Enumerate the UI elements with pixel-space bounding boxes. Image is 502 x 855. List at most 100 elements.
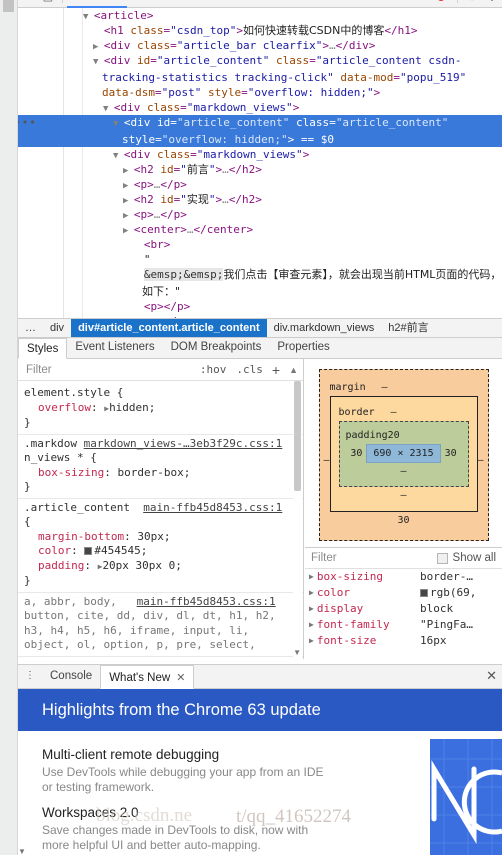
disclosure-triangle-icon[interactable]: ▼	[113, 151, 124, 161]
disclosure-triangle-icon[interactable]: ▼	[93, 57, 104, 67]
disclosure-triangle-icon[interactable]: ▶	[123, 226, 134, 236]
dom-tree-row[interactable]: &emsp;&emsp;我们点击【审查元素】，就会出现当前HTML页面的代码，如…	[18, 267, 502, 299]
show-all-checkbox[interactable]	[436, 552, 448, 564]
css-property-value[interactable]: 30px;	[137, 530, 170, 543]
tab-more[interactable]: »	[290, 0, 310, 8]
box-model-margin-right[interactable]: –	[477, 455, 483, 466]
computed-property-row[interactable]: ▶ box-sizing border-…	[305, 569, 502, 585]
tab-sources[interactable]: Sources	[181, 0, 235, 8]
box-model-padding[interactable]: padding20 30 690 × 2315 30 –	[338, 421, 469, 487]
disclosure-triangle-icon[interactable]: ▶	[123, 196, 134, 206]
expand-triangle-icon[interactable]: ▶	[309, 617, 314, 633]
dom-tree-row[interactable]: ▶ <p>…</p>	[18, 207, 502, 222]
color-swatch[interactable]	[84, 547, 93, 555]
box-model-padding-left[interactable]: 30	[350, 448, 362, 459]
css-property-name[interactable]: color	[38, 544, 71, 557]
drawer-tab-console[interactable]: Console	[42, 664, 100, 688]
disclosure-triangle-icon[interactable]: ▶	[123, 181, 134, 191]
box-model-padding-top[interactable]: 20	[388, 430, 400, 441]
disclosure-triangle-icon[interactable]: ▶	[123, 211, 134, 221]
css-property-name[interactable]: padding	[38, 559, 84, 572]
styles-scroll-down-icon[interactable]: ▼	[293, 648, 301, 657]
css-property-name[interactable]: box-sizing	[38, 466, 104, 479]
styles-scrollbar-thumb[interactable]	[294, 381, 301, 491]
css-selector-line[interactable]: a, abbr, body,	[24, 595, 117, 608]
box-model-border[interactable]: border – padding20 30 690 × 2315 30 – –	[329, 396, 478, 512]
dom-tree-row[interactable]: ▼ <div class="markdown_views">	[18, 147, 502, 162]
box-model-border-top[interactable]: –	[391, 407, 397, 418]
breadcrumb-item-div[interactable]: div	[43, 319, 71, 337]
tab-properties[interactable]: Properties	[269, 337, 337, 358]
box-model-margin-bottom[interactable]: 30	[330, 515, 478, 526]
dom-tree-row[interactable]: <br>	[18, 237, 502, 252]
css-selector-line[interactable]: h3, h4, h5, h6, iframe, input, li,	[24, 624, 249, 637]
css-declaration[interactable]: box-sizing: border-box;	[24, 466, 297, 481]
disclosure-triangle-icon[interactable]: ▶	[123, 166, 134, 176]
box-model-padding-right[interactable]: 30	[445, 448, 457, 459]
dom-tree-row[interactable]: ▶ <p>…</p>	[18, 177, 502, 192]
expand-triangle-icon[interactable]: ▶	[309, 601, 314, 617]
css-selector-part1[interactable]: .markdow	[24, 437, 77, 450]
box-model-margin-top[interactable]: –	[382, 382, 388, 393]
breadcrumb-item-ellipsis[interactable]: …	[18, 319, 43, 337]
show-all-label[interactable]: Show all	[453, 552, 496, 564]
css-selector-line[interactable]: button, cite, dd, div, dl, dt, h1, h2,	[24, 609, 276, 622]
disclosure-triangle-icon[interactable]: ▼	[103, 104, 114, 114]
dom-tree-row[interactable]: ▼ <div class="markdown_views">	[18, 100, 502, 115]
cls-toggle-button[interactable]: .cls	[231, 363, 268, 376]
css-selector[interactable]: element.style	[24, 386, 110, 399]
styles-filter-input[interactable]: Filter	[18, 364, 195, 376]
inspect-cursor-icon[interactable]: ⇱	[18, 0, 38, 3]
expand-triangle-icon[interactable]: ▶	[309, 569, 314, 585]
drawer-close-icon[interactable]: ✕	[486, 668, 497, 684]
dom-tree-row[interactable]: <h1 class="csdn_top">如何快速转载CSDN中的博客</h1>	[18, 23, 502, 38]
tab-network[interactable]: Network	[236, 0, 290, 8]
dom-tree-row[interactable]: ▶ <h2 id="前言">…</h2>	[18, 162, 502, 177]
box-model-margin[interactable]: margin – border – padding20 30 690 × 231…	[318, 369, 489, 541]
css-property-name[interactable]: margin-bottom	[38, 530, 124, 543]
breadcrumb-item-h2-qianyan[interactable]: h2#前言	[381, 319, 435, 337]
tab-event-listeners[interactable]: Event Listeners	[67, 337, 162, 358]
css-property-value[interactable]: border-box;	[117, 466, 190, 479]
dom-tree-row[interactable]: <p></p>	[18, 299, 502, 314]
computed-property-row[interactable]: ▶ font-size 16px	[305, 633, 502, 649]
dom-tree-panel[interactable]: ▼ <article> <h1 class="csdn_top">如何快速转载C…	[18, 8, 502, 318]
dom-tree-row-selected[interactable]: •••▼ <div id="article_content" class="ar…	[18, 115, 502, 147]
tab-console[interactable]: Console	[127, 0, 181, 8]
css-declaration[interactable]: color: #454545;	[24, 544, 297, 559]
css-property-value[interactable]: 20px 30px 0;	[102, 559, 181, 572]
disclosure-triangle-icon[interactable]: ▼	[83, 12, 94, 22]
box-model-border-bottom[interactable]: –	[339, 490, 469, 501]
gear-icon[interactable]: ⚙	[462, 0, 482, 3]
kebab-menu-icon[interactable]: ⋮	[482, 0, 502, 3]
css-declaration[interactable]: margin-bottom: 30px;	[24, 530, 297, 545]
css-source-link[interactable]: markdown_views-…3eb3f29c.css:1	[84, 437, 283, 450]
computed-property-row[interactable]: ▶ display block	[305, 601, 502, 617]
breadcrumb-item-article-content[interactable]: div#article_content.article_content	[71, 319, 267, 337]
new-style-rule-button[interactable]: +	[268, 362, 284, 378]
css-property-name[interactable]: overflow	[38, 401, 91, 414]
styles-scrollbar[interactable]	[293, 381, 302, 659]
css-property-value[interactable]: hidden;	[109, 401, 155, 414]
dom-tree-row[interactable]: ▼ <article>	[18, 8, 502, 23]
box-model-content[interactable]: 690 × 2315	[366, 444, 441, 463]
tab-dom-breakpoints[interactable]: DOM Breakpoints	[163, 337, 270, 358]
computed-property-row[interactable]: ▶ font-family "PingFa…	[305, 617, 502, 633]
hov-toggle-button[interactable]: :hov	[195, 363, 232, 376]
box-model-margin-left[interactable]: –	[324, 455, 330, 466]
dom-tree-row[interactable]: ▼ <div id="article_content" class="artic…	[18, 53, 502, 100]
dom-tree-row[interactable]: "	[18, 252, 502, 267]
dom-tree-row[interactable]: ▶ <h2 id="实现">…</h2>	[18, 192, 502, 207]
disclosure-triangle-icon[interactable]: ▼	[113, 119, 124, 129]
drawer-kebab-menu-icon[interactable]: ⋮	[18, 664, 42, 688]
tab-elements[interactable]: Elements	[67, 0, 127, 8]
drawer-tab-whats-new[interactable]: What's New ✕	[100, 665, 195, 689]
styles-scroll-up-icon[interactable]: ▲	[284, 365, 303, 375]
error-count[interactable]: 5	[447, 0, 453, 2]
dom-tree-row[interactable]: ▶ <div class="article_bar clearfix">…</d…	[18, 38, 502, 53]
css-declaration[interactable]: overflow: ▶hidden;	[24, 401, 297, 417]
device-toolbar-icon[interactable]: ▣	[38, 0, 58, 3]
expand-triangle-icon[interactable]: ▶	[309, 633, 314, 649]
css-declaration[interactable]: padding: ▶20px 30px 0;	[24, 559, 297, 575]
css-selector-part2[interactable]: n_views * {	[24, 451, 97, 464]
